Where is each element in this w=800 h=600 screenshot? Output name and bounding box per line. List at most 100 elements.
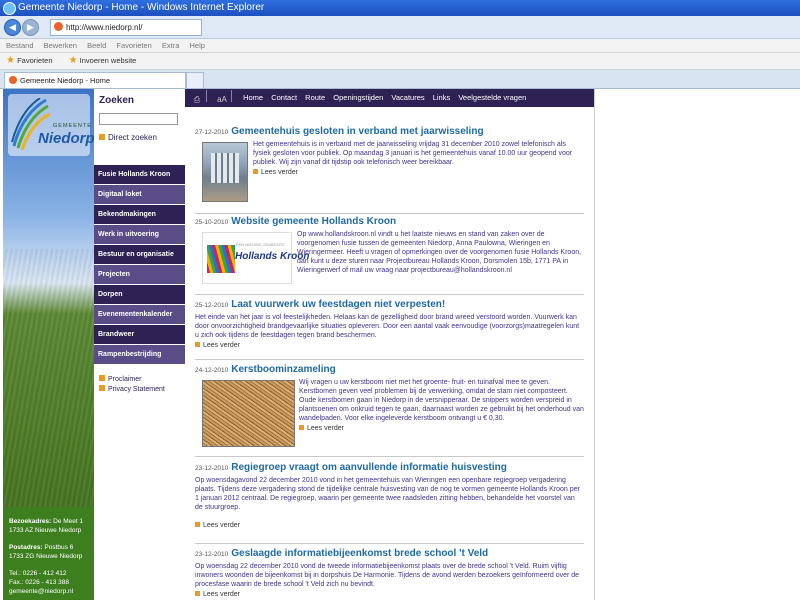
right-blank-area — [594, 89, 800, 600]
left-photo-column: GEMEENTE Niedorp Bezoekadres: De Meet 1 … — [3, 89, 94, 600]
news-item: 25-12-2010 Laat vuurwerk uw feestdagen ni… — [195, 298, 584, 349]
proclaimer-label: Proclaimer — [108, 376, 142, 383]
nav-route[interactable]: Route — [305, 93, 325, 102]
divider — [195, 359, 584, 360]
news-date: 23-12-2010 — [195, 551, 229, 558]
address-bar: ◀ ▶ http://www.niedorp.nl/ — [0, 16, 800, 39]
orange-bullet-icon — [99, 375, 105, 381]
post-line2: 1733 ZG Nieuwe Niedorp — [9, 553, 83, 560]
star-icon: ★ — [6, 55, 15, 66]
privacy-link[interactable]: Privacy Statement — [99, 385, 165, 395]
news-body: Wij vragen u uw kerstboom niet met het g… — [299, 379, 584, 422]
favorites-button[interactable]: ★ Favorieten — [6, 55, 53, 66]
tab-bar: Gemeente Niedorp - Home — [0, 70, 800, 89]
news-date: 25-12-2010 — [195, 302, 229, 309]
back-arrow-icon[interactable]: ◀ — [4, 19, 21, 36]
sidebar-item-rampenbestrijding[interactable]: Rampenbestrijding — [94, 345, 185, 364]
nav-openingstijden[interactable]: Openingstijden — [333, 93, 383, 102]
search-input[interactable] — [99, 113, 178, 125]
nav-vacatures[interactable]: Vacatures — [391, 93, 424, 102]
news-title[interactable]: Laat vuurwerk uw feestdagen niet verpest… — [231, 299, 445, 310]
window-title: Gemeente Niedorp - Home - Windows Intern… — [18, 2, 265, 13]
news-item: 23-12-2010 Geslaagde informatiebijeenkoms… — [195, 547, 584, 598]
orange-bullet-icon — [195, 342, 200, 347]
news-date: 24-12-2010 — [195, 367, 229, 374]
favorites-bar: ★ Favorieten ★ Invoeren website — [0, 53, 800, 70]
sidebar-item-digitaal-loket[interactable]: Digitaal loket — [94, 185, 185, 204]
forward-arrow-icon[interactable]: ▶ — [22, 19, 39, 36]
news-title[interactable]: Gemeentehuis gesloten in verband met jaa… — [231, 126, 483, 137]
top-navigation: ⎙ aA Home Contact Route Openingstijden Va… — [185, 89, 594, 107]
logo-stripes-icon — [207, 245, 235, 273]
divider — [195, 294, 584, 295]
page-icon — [54, 22, 63, 31]
news-title[interactable]: Website gemeente Hollands Kroon — [231, 216, 396, 227]
nav-contact[interactable]: Contact — [271, 93, 297, 102]
menu-beeld[interactable]: Beeld — [87, 41, 106, 50]
divider — [231, 90, 232, 102]
logo[interactable]: GEMEENTE Niedorp — [8, 94, 94, 156]
new-tab-button[interactable] — [186, 72, 204, 88]
grass-field-image — [3, 249, 94, 509]
sidebar-item-werk[interactable]: Werk in uitvoering — [94, 225, 185, 244]
invoeren-label: Invoeren website — [79, 56, 137, 65]
nav-veelgestelde-vragen[interactable]: Veelgestelde vragen — [458, 93, 526, 102]
sidebar-item-brandweer[interactable]: Brandweer — [94, 325, 185, 344]
font-size-icon[interactable]: aA — [216, 95, 228, 105]
news-item: 24-12-2010 Kerstboominzameling Wij vragen… — [195, 363, 584, 447]
email-link[interactable]: gemeente@niedorp.nl — [9, 587, 94, 596]
news-body: Op woensdagavond 22 december 2010 vond i… — [195, 477, 580, 511]
menu-help[interactable]: Help — [190, 41, 205, 50]
read-more-link[interactable]: Lees verder — [299, 425, 584, 432]
bezoek-label: Bezoekadres: — [9, 518, 52, 525]
read-more-label: Lees verder — [203, 591, 240, 598]
divider — [195, 213, 584, 214]
favorites-label: Favorieten — [17, 56, 53, 65]
news-item: 23-12-2010 Regiegroep vraagt om aanvullen… — [195, 461, 584, 529]
post-label: Postadres: — [9, 544, 43, 551]
news-title[interactable]: Regiegroep vraagt om aanvullende informa… — [231, 462, 507, 473]
read-more-label: Lees verder — [203, 522, 240, 529]
print-icon[interactable]: ⎙ — [191, 95, 203, 105]
menu-extra[interactable]: Extra — [162, 41, 180, 50]
window-title-bar: Gemeente Niedorp - Home - Windows Intern… — [0, 0, 800, 16]
news-title[interactable]: Geslaagde informatiebijeenkomst brede sc… — [231, 548, 488, 559]
wood-chips-photo — [202, 380, 295, 447]
divider — [206, 90, 207, 102]
sidebar-item-projecten[interactable]: Projecten — [94, 265, 185, 284]
sidebar-item-dorpen[interactable]: Dorpen — [94, 285, 185, 304]
news-title[interactable]: Kerstboominzameling — [231, 364, 335, 375]
logo-niedorp: Niedorp — [38, 130, 94, 147]
sidebar-item-fusie[interactable]: Fusie Hollands Kroon — [94, 165, 185, 184]
logo-gemeente: GEMEENTE — [53, 123, 92, 129]
orange-bullet-icon — [299, 425, 304, 430]
tab-gemeente-niedorp[interactable]: Gemeente Niedorp - Home — [4, 72, 186, 88]
search-menu-column: Zoeken Direct zoeken Fusie Hollands Kroo… — [94, 89, 185, 600]
news-date: 23-12-2010 — [195, 465, 229, 472]
nav-home[interactable]: Home — [243, 93, 263, 102]
sidebar-item-bestuur[interactable]: Bestuur en organisatie — [94, 245, 185, 264]
read-more-label: Lees verder — [261, 169, 298, 176]
read-more-link[interactable]: Lees verder — [195, 591, 584, 598]
read-more-link[interactable]: Lees verder — [195, 522, 584, 529]
nav-links[interactable]: Links — [433, 93, 451, 102]
sidebar-item-bekendmakingen[interactable]: Bekendmakingen — [94, 205, 185, 224]
orange-bullet-icon — [99, 134, 105, 140]
hollands-kroon-logo-image: EEN NIEUWE GEMEENTE Hollands Kroon — [202, 232, 309, 284]
direct-zoeken-link[interactable]: Direct zoeken — [99, 133, 157, 142]
menu-bestand[interactable]: Bestand — [6, 41, 34, 50]
menu-favorieten[interactable]: Favorieten — [116, 41, 151, 50]
read-more-link[interactable]: Lees verder — [253, 169, 584, 176]
proclaimer-link[interactable]: Proclaimer — [99, 375, 165, 385]
hk-small-text: EEN NIEUWE GEMEENTE — [236, 242, 285, 247]
read-more-label: Lees verder — [203, 342, 240, 349]
sidebar-item-evenementen[interactable]: Evenementenkalender — [94, 305, 185, 324]
news-body: Op www.hollandskroon.nl vindt u het laat… — [297, 231, 582, 274]
read-more-link[interactable]: Lees verder — [195, 342, 584, 349]
tel: Tel.: 0226 - 412 412 — [9, 570, 67, 577]
invoeren-link[interactable]: ★ Invoeren website — [69, 55, 137, 66]
address-input[interactable]: http://www.niedorp.nl/ — [50, 19, 202, 36]
menu-bewerken[interactable]: Bewerken — [44, 41, 77, 50]
menu-bar: Bestand Bewerken Beeld Favorieten Extra … — [0, 39, 800, 53]
bezoek-line2: 1733 AZ Nieuwe Niedorp — [9, 527, 82, 534]
